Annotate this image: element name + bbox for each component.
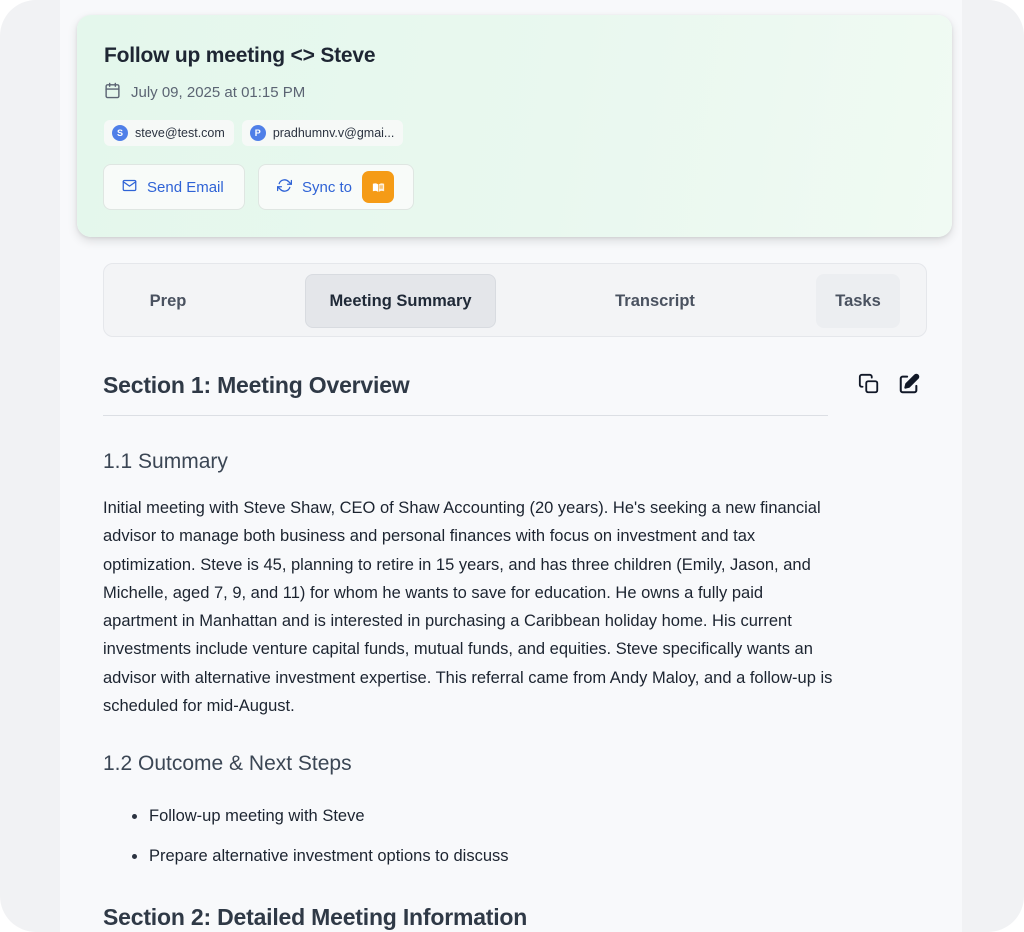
send-email-button[interactable]: Send Email [103,164,245,210]
tab-meeting-summary[interactable]: Meeting Summary [305,274,496,328]
avatar: P [249,125,266,141]
participant-email: pradhumnv.v@gmai... [272,126,395,140]
sync-label: Sync to [302,178,353,196]
copy-icon[interactable] [858,373,880,395]
send-email-label: Send Email [147,178,224,196]
participant-list: S steve@test.com P pradhumnv.v@gmai... [104,120,404,146]
next-steps-list: Follow-up meeting with Steve Prepare alt… [103,802,509,882]
summary-heading: 1.1 Summary [103,450,228,473]
meeting-date-row: July 09, 2025 at 01:15 PM [104,82,305,103]
participant-chip[interactable]: P pradhumnv.v@gmai... [241,120,404,146]
calendar-icon [104,82,121,103]
participant-chip[interactable]: S steve@test.com [104,120,234,146]
view-tabs: Prep Meeting Summary Transcript Tasks [103,263,927,337]
crm-logo-icon [362,171,395,203]
tab-transcript[interactable]: Transcript [584,274,726,328]
meeting-datetime: July 09, 2025 at 01:15 PM [131,84,306,101]
summary-text: Initial meeting with Steve Shaw, CEO of … [103,499,833,716]
mail-icon [122,178,137,197]
list-item: Prepare alternative investment options t… [103,842,509,882]
list-item: Follow-up meeting with Steve [103,802,509,842]
refresh-icon [277,178,292,197]
sync-button[interactable]: Sync to [258,164,414,210]
app-frame: Follow up meeting <> Steve July 09, 2025… [0,0,1024,932]
meeting-title: Follow up meeting <> Steve [104,44,376,67]
edit-icon[interactable] [898,373,920,395]
tab-prep[interactable]: Prep [124,274,212,328]
section-divider [103,415,828,416]
tab-tasks[interactable]: Tasks [816,274,900,328]
outcome-heading: 1.2 Outcome & Next Steps [103,752,352,775]
section-1-title: Section 1: Meeting Overview [103,372,410,398]
participant-email: steve@test.com [135,126,225,140]
section-2-title: Section 2: Detailed Meeting Information [103,904,528,930]
avatar: S [112,125,128,141]
